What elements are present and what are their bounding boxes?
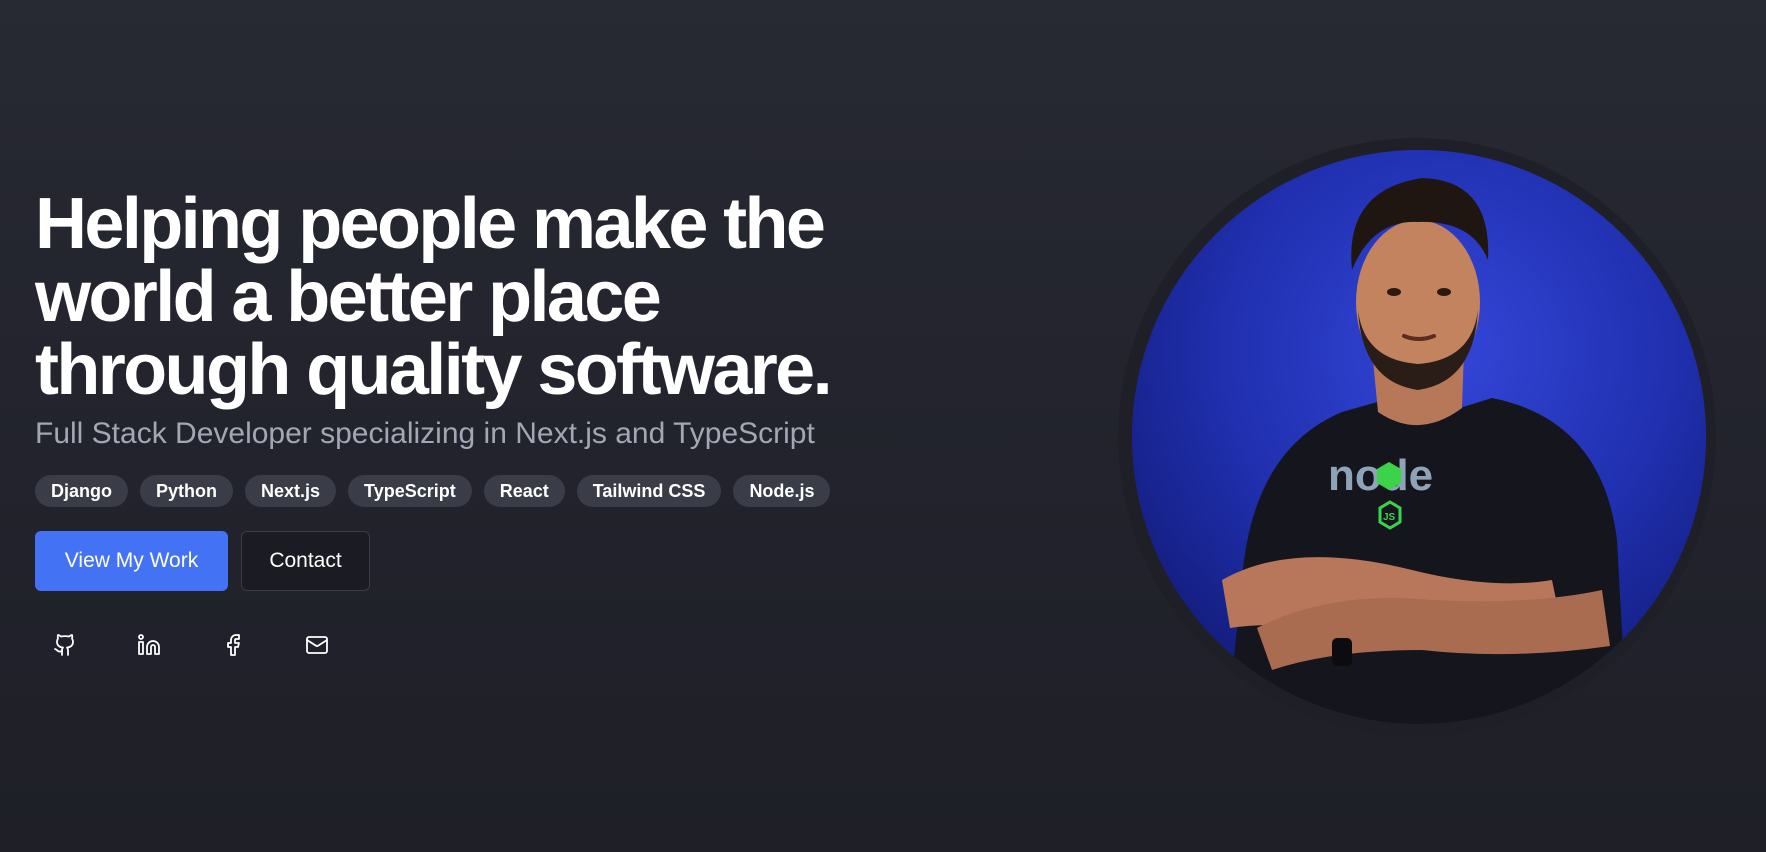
linkedin-icon xyxy=(138,634,160,655)
github-link[interactable] xyxy=(47,625,131,665)
github-icon xyxy=(54,634,74,656)
headline-line: through quality software. xyxy=(35,330,833,410)
mail-icon xyxy=(306,636,328,654)
skill-tag-typescript: TypeScript xyxy=(348,475,472,507)
skill-tag-python: Python xyxy=(140,475,233,507)
hero-section: Helping people make the world a better p… xyxy=(0,0,1766,852)
skill-tags: Django Python Next.js TypeScript React T… xyxy=(35,475,935,507)
shirt-logo-badge: JS xyxy=(1383,512,1396,523)
skill-tag-django: Django xyxy=(35,475,128,507)
email-link[interactable] xyxy=(299,625,383,665)
facebook-icon xyxy=(227,634,240,656)
headline-line: world a better place xyxy=(35,257,662,337)
hero-headline: Helping people make the world a better p… xyxy=(35,188,895,407)
hero-text-block: Helping people make the world a better p… xyxy=(35,188,935,665)
skill-tag-nodejs: Node.js xyxy=(733,475,831,507)
facebook-link[interactable] xyxy=(215,625,299,665)
profile-photo-illustration: node JS xyxy=(1132,150,1706,724)
skill-tag-react: React xyxy=(483,475,565,507)
linkedin-link[interactable] xyxy=(131,625,215,665)
hero-actions: View My Work Contact xyxy=(35,531,935,591)
profile-photo: node JS xyxy=(1132,150,1706,724)
view-my-work-button[interactable]: View My Work xyxy=(35,531,228,591)
skill-tag-nextjs: Next.js xyxy=(245,475,337,507)
hero-subtitle: Full Stack Developer specializing in Nex… xyxy=(35,417,815,450)
social-links xyxy=(47,625,935,665)
skill-tag-tailwind: Tailwind CSS xyxy=(576,475,722,507)
headline-line: Helping people make the xyxy=(35,184,826,264)
contact-button[interactable]: Contact xyxy=(241,531,370,591)
